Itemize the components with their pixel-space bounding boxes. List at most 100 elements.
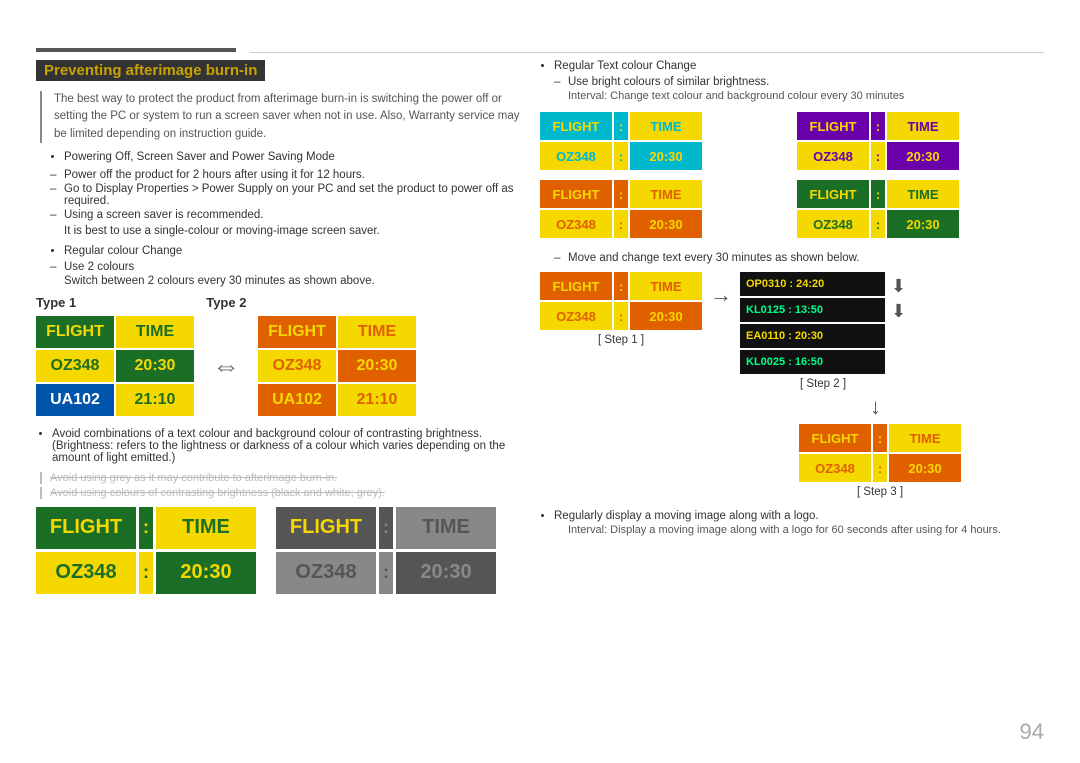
left-column: Preventing afterimage burn-in The best w… (36, 60, 526, 594)
step3-label: [ Step 3 ] (857, 486, 903, 498)
right-sub1: Use bright colours of similar brightness… (568, 76, 1044, 88)
scroll-row-4: KL0025 : 16:50 (740, 350, 885, 374)
lg-flight-green: FLIGHT (36, 507, 136, 549)
sm-oz-purple: OZ348 (797, 142, 869, 170)
step1-2030: 20:30 (630, 302, 702, 330)
right-column: Regular Text colour Change Use bright co… (540, 60, 1044, 536)
interval1: Interval: Change text colour and backgro… (568, 90, 1044, 102)
step2-scroll: OP0310 : 24:20 KL0125 : 13:50 EA0110 : 2… (740, 272, 885, 374)
type-labels-row: Type 1 Type 2 (36, 295, 526, 310)
top-bar-right (250, 52, 1044, 53)
sm-col-orange: : (614, 180, 628, 208)
scroll-row-1: OP0310 : 24:20 (740, 272, 885, 296)
sm-fl-green: FLIGHT (797, 180, 869, 208)
type2-display: FLIGHT TIME OZ348 20:30 UA102 21:10 (258, 316, 416, 416)
sm-20-purple: 20:30 (887, 142, 959, 170)
arrow-step2-step3: ↓ (870, 394, 881, 420)
page-number: 94 (1020, 719, 1044, 745)
step1-flight: FLIGHT (540, 272, 612, 300)
sm-col-cyan: : (614, 112, 628, 140)
t1-flight-box: FLIGHT (36, 316, 114, 348)
sub-power-3: Using a screen saver is recommended. (64, 209, 526, 221)
sm-fl-purple: FLIGHT (797, 112, 869, 140)
sm-20-green: 20:30 (887, 210, 959, 238)
arrow-step1-step2: → (710, 272, 732, 308)
sm-oz-orange: OZ348 (540, 210, 612, 238)
lg-time-green: TIME (156, 507, 256, 549)
double-arrow-icon: ⇔ (204, 350, 248, 382)
type1-display: FLIGHT TIME OZ348 20:30 UA102 21:10 (36, 316, 194, 416)
sub-use-2: Use 2 colours (64, 261, 526, 273)
sm-col2-cyan: : (614, 142, 628, 170)
bullet-regular-colour: Regular colour Change (64, 245, 526, 257)
sm-tm-cyan: TIME (630, 112, 702, 140)
regularly-section: Regularly display a moving image along w… (540, 510, 1044, 536)
sm-col2-green: : (871, 210, 885, 238)
right-flight-grid: FLIGHT : TIME OZ348 : 20:30 FLIGHT : TIM… (540, 112, 1044, 238)
sm-tm-orange: TIME (630, 180, 702, 208)
step2-label: [ Step 2 ] (800, 378, 846, 390)
intro-text: The best way to protect the product from… (40, 91, 526, 143)
sm-fl-cyan: FLIGHT (540, 112, 612, 140)
large-gray-display: FLIGHT : TIME OZ348 : 20:30 (276, 507, 496, 594)
lg-flight-gray: FLIGHT (276, 507, 376, 549)
section-title: Preventing afterimage burn-in (36, 60, 265, 81)
scroll-row-2: KL0125 : 13:50 (740, 298, 885, 322)
avoid-contrasting: Avoid using colours of contrasting brigh… (40, 487, 526, 499)
bullet-powering: Powering Off, Screen Saver and Power Sav… (64, 151, 526, 163)
orange-display: FLIGHT : TIME OZ348 : 20:30 (540, 180, 787, 238)
t1-2110-box: 21:10 (116, 384, 194, 416)
t2-ua-box: UA102 (258, 384, 336, 416)
bottom-displays: FLIGHT : TIME OZ348 : 20:30 FLIGHT : TIM… (36, 507, 526, 594)
step2-container: OP0310 : 24:20 KL0125 : 13:50 EA0110 : 2… (740, 272, 906, 390)
lg-colon2-green: : (139, 552, 153, 594)
t1-oz-box: OZ348 (36, 350, 114, 382)
sm-tm-purple: TIME (887, 112, 959, 140)
step3-col2: : (873, 454, 887, 482)
step1-col: : (614, 272, 628, 300)
sm-fl-orange: FLIGHT (540, 180, 612, 208)
green-display: FLIGHT : TIME OZ348 : 20:30 (797, 180, 1044, 238)
t2-2110-box: 21:10 (338, 384, 416, 416)
sm-col2-purple: : (871, 142, 885, 170)
scroll-arrow-1: ⬇ (891, 276, 906, 297)
large-green-display: FLIGHT : TIME OZ348 : 20:30 (36, 507, 256, 594)
step3-display: FLIGHT : TIME OZ348 : 20:30 (799, 424, 961, 482)
lg-time-gray: TIME (396, 507, 496, 549)
sub-power-2: Go to Display Properties > Power Supply … (64, 183, 526, 207)
t2-flight-box: FLIGHT (258, 316, 336, 348)
lg-oz-green: OZ348 (36, 552, 136, 594)
scroll-row-3: EA0110 : 20:30 (740, 324, 885, 348)
step1-oz: OZ348 (540, 302, 612, 330)
sm-col-purple: : (871, 112, 885, 140)
step1-time: TIME (630, 272, 702, 300)
sub-power-1: Power off the product for 2 hours after … (64, 169, 526, 181)
switch-note: Switch between 2 colours every 30 minute… (64, 275, 526, 287)
step3-flight: FLIGHT (799, 424, 871, 452)
t2-time-box: TIME (338, 316, 416, 348)
lg-colon-gray: : (379, 507, 393, 549)
sm-col2-orange: : (614, 210, 628, 238)
step3-col: : (873, 424, 887, 452)
t1-time-box: TIME (116, 316, 194, 348)
avoid-grey: Avoid using grey as it may contribute to… (40, 472, 526, 484)
arrow-down-container: ↓ (870, 394, 1044, 420)
step1-label: [ Step 1 ] (598, 334, 644, 346)
right-bullet1: Regular Text colour Change (554, 60, 1044, 72)
avoid-combinations: Avoid combinations of a text colour and … (52, 428, 526, 464)
interval2: Interval: Display a moving image along w… (568, 524, 1044, 536)
cyan-display: FLIGHT : TIME OZ348 : 20:30 (540, 112, 787, 170)
step1-col2: : (614, 302, 628, 330)
lg-colon2-gray: : (379, 552, 393, 594)
step2-inner: OP0310 : 24:20 KL0125 : 13:50 EA0110 : 2… (740, 272, 906, 374)
type1-label: Type 1 (36, 295, 76, 310)
sm-oz-cyan: OZ348 (540, 142, 612, 170)
t1-2030-box: 20:30 (116, 350, 194, 382)
type2-label: Type 2 (206, 295, 246, 310)
regularly-bullet: Regularly display a moving image along w… (554, 510, 1044, 522)
lg-oz-gray: OZ348 (276, 552, 376, 594)
step3-2030: 20:30 (889, 454, 961, 482)
steps-row: FLIGHT : TIME OZ348 : 20:30 [ Step 1 ] →… (540, 272, 1044, 390)
lg-2030-gray: 20:30 (396, 552, 496, 594)
screensaver-note: It is best to use a single-colour or mov… (64, 225, 526, 237)
